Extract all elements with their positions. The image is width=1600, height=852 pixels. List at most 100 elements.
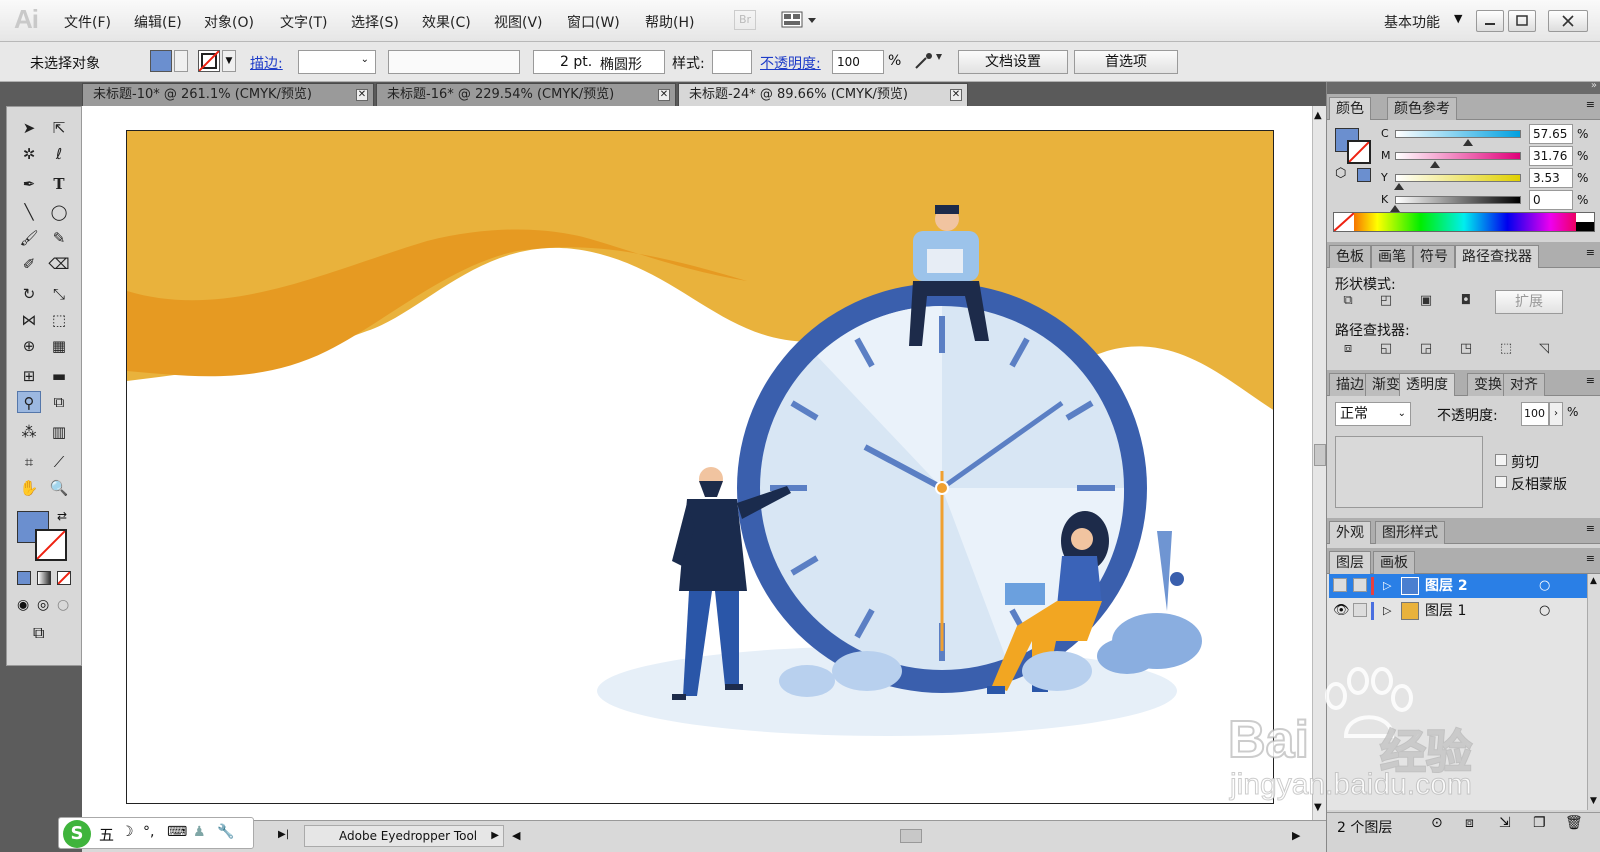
panel-menu-icon[interactable]: ≡ [1586,246,1595,259]
stroke-label[interactable]: 描边: [250,53,283,73]
slider-marker-y[interactable] [1394,183,1405,190]
color-stroke-swatch[interactable] [1347,140,1371,164]
stroke-weight-field[interactable]: ⌄ [298,50,376,74]
tab-artboards[interactable]: 画板 [1373,551,1415,574]
blend-mode-select[interactable]: 正常 ⌄ [1335,402,1411,426]
scroll-up-icon[interactable]: ▲ [1314,110,1322,121]
eye-icon[interactable]: 👁 [1333,599,1350,623]
spectrum-white[interactable] [1576,213,1594,222]
minus-back-icon[interactable]: ◹ [1535,340,1553,358]
invert-mask-checkbox[interactable] [1495,476,1507,488]
mask-thumbnail[interactable] [1335,436,1483,508]
free-transform-tool-icon[interactable]: ⬚ [47,309,71,331]
vertical-scrollbar[interactable]: ▲ ▼ [1312,106,1326,820]
tab-pathfinder[interactable]: 路径查找器 [1455,245,1539,268]
paintbrush-tool-icon[interactable]: 🖌 [17,227,41,249]
outline-icon[interactable]: ⬚ [1497,340,1515,358]
type-tool-icon[interactable]: T [47,173,71,195]
clip-checkbox[interactable] [1495,454,1507,466]
tab-symbols[interactable]: 符号 [1413,245,1455,268]
stroke-dropdown[interactable]: ▼ [222,50,236,72]
workspace-switcher[interactable]: 基本功能 [1384,12,1440,32]
trim-icon[interactable]: ◱ [1377,340,1395,358]
channel-c-value[interactable]: 57.65 [1529,124,1573,144]
draw-inside-icon[interactable]: ○ [57,597,69,613]
opacity-slider-toggle[interactable]: › [1549,402,1563,426]
swap-colors-icon[interactable]: ⇄ [57,509,67,523]
tab-document-10[interactable]: 未标题-10* @ 261.1% (CMYK/预览) ✕ [82,83,374,106]
brush-definition-field[interactable]: 2 pt. 椭圆形 [533,50,665,74]
color-spectrum[interactable] [1333,212,1595,232]
lasso-tool-icon[interactable]: ℓ [47,143,71,165]
lock-toggle[interactable] [1353,578,1367,592]
ime-toolbar[interactable]: S 五 ☽ °, ⌨ ♟ 🔧 [58,817,254,849]
width-tool-icon[interactable]: ⋈ [17,309,41,331]
magic-wand-tool-icon[interactable]: ✲ [17,143,41,165]
rotate-tool-icon[interactable]: ↻ [17,283,41,305]
spectrum-none[interactable] [1333,212,1355,232]
layer-name[interactable]: 图层 1 [1425,599,1466,623]
document-setup-button[interactable]: 文档设置 [958,50,1068,74]
stroke-color-box[interactable] [35,529,67,561]
bridge-button[interactable]: Br [734,10,756,30]
exclude-icon[interactable]: ◘ [1457,292,1475,310]
channel-c-slider[interactable] [1395,130,1521,138]
intersect-icon[interactable]: ▣ [1417,292,1435,310]
new-sublayer-icon[interactable]: ⇲ [1499,815,1511,831]
fill-swatch[interactable] [150,50,172,72]
layer-row[interactable]: 👁 ▷ 图层 1 ○ [1329,599,1599,623]
zoom-tool-icon[interactable]: 🔍 [47,477,71,499]
eraser-tool-icon[interactable]: ⌫ [47,253,71,275]
unite-icon[interactable]: ⧉ [1339,292,1357,310]
slider-marker-c[interactable] [1462,139,1473,146]
close-tab-icon[interactable]: ✕ [356,89,368,101]
artboard-tool-icon[interactable]: ⌗ [17,451,41,473]
close-window-button[interactable] [1548,10,1588,32]
delete-layer-icon[interactable]: 🗑 [1565,815,1583,831]
status-tool-display[interactable]: Adobe Eyedropper Tool ▶ [304,825,504,847]
panel-menu-icon[interactable]: ≡ [1586,552,1595,565]
menu-select[interactable]: 选择(S) [351,12,399,32]
selection-tool-icon[interactable]: ➤ [17,117,41,139]
target-icon[interactable]: ○ [1539,599,1550,623]
collapse-dock-icon[interactable]: » [1591,80,1597,91]
fill-dropdown[interactable] [174,50,188,72]
line-tool-icon[interactable]: ╲ [17,201,41,223]
tab-transparency[interactable]: 透明度 [1399,373,1455,396]
horizontal-scroll-thumb[interactable] [900,829,922,843]
layers-scrollbar[interactable]: ▲ ▼ [1587,574,1600,810]
canvas-area[interactable] [82,106,1312,820]
tab-align[interactable]: 对齐 [1503,373,1545,396]
keyboard-icon[interactable]: ⌨ [167,824,187,840]
slider-marker-m[interactable] [1430,161,1441,168]
tab-graphic-styles[interactable]: 图形样式 [1375,521,1445,544]
menu-view[interactable]: 视图(V) [494,12,543,32]
scroll-down-icon[interactable]: ▼ [1590,796,1597,806]
crop-icon[interactable]: ◳ [1457,340,1475,358]
scroll-left-icon[interactable]: ◀ [512,829,520,842]
draw-behind-icon[interactable]: ◎ [37,597,49,613]
menu-file[interactable]: 文件(F) [64,12,111,32]
vertical-scroll-thumb[interactable] [1314,444,1326,466]
ime-mode[interactable]: 五 [99,824,114,845]
channel-m-value[interactable]: 31.76 [1529,146,1573,166]
panel-menu-icon[interactable]: ≡ [1586,522,1595,535]
channel-y-slider[interactable] [1395,174,1521,182]
layer-name[interactable]: 图层 2 [1425,574,1468,598]
menu-window[interactable]: 窗口(W) [567,12,620,32]
menu-object[interactable]: 对象(O) [204,12,254,32]
shape-builder-tool-icon[interactable]: ⊕ [17,335,41,357]
arrange-documents-button[interactable] [780,10,820,30]
menu-help[interactable]: 帮助(H) [645,12,694,32]
minus-front-icon[interactable]: ◰ [1377,292,1395,310]
pen-tool-icon[interactable]: ✒ [17,173,41,195]
ellipse-tool-icon[interactable]: ◯ [47,201,71,223]
next-artboard-icon[interactable]: ▶| [278,829,289,840]
tab-document-24[interactable]: 未标题-24* @ 89.66% (CMYK/预览) ✕ [678,83,968,106]
layer-row[interactable]: ▷ 图层 2 ○ [1329,574,1599,598]
gradient-mode-button[interactable] [37,571,51,585]
lock-toggle[interactable] [1353,603,1367,617]
transparency-opacity-field[interactable]: 100 [1521,402,1549,426]
screen-mode-icon[interactable]: ⧉ [33,623,44,643]
tab-color-guide[interactable]: 颜色参考 [1387,97,1457,120]
